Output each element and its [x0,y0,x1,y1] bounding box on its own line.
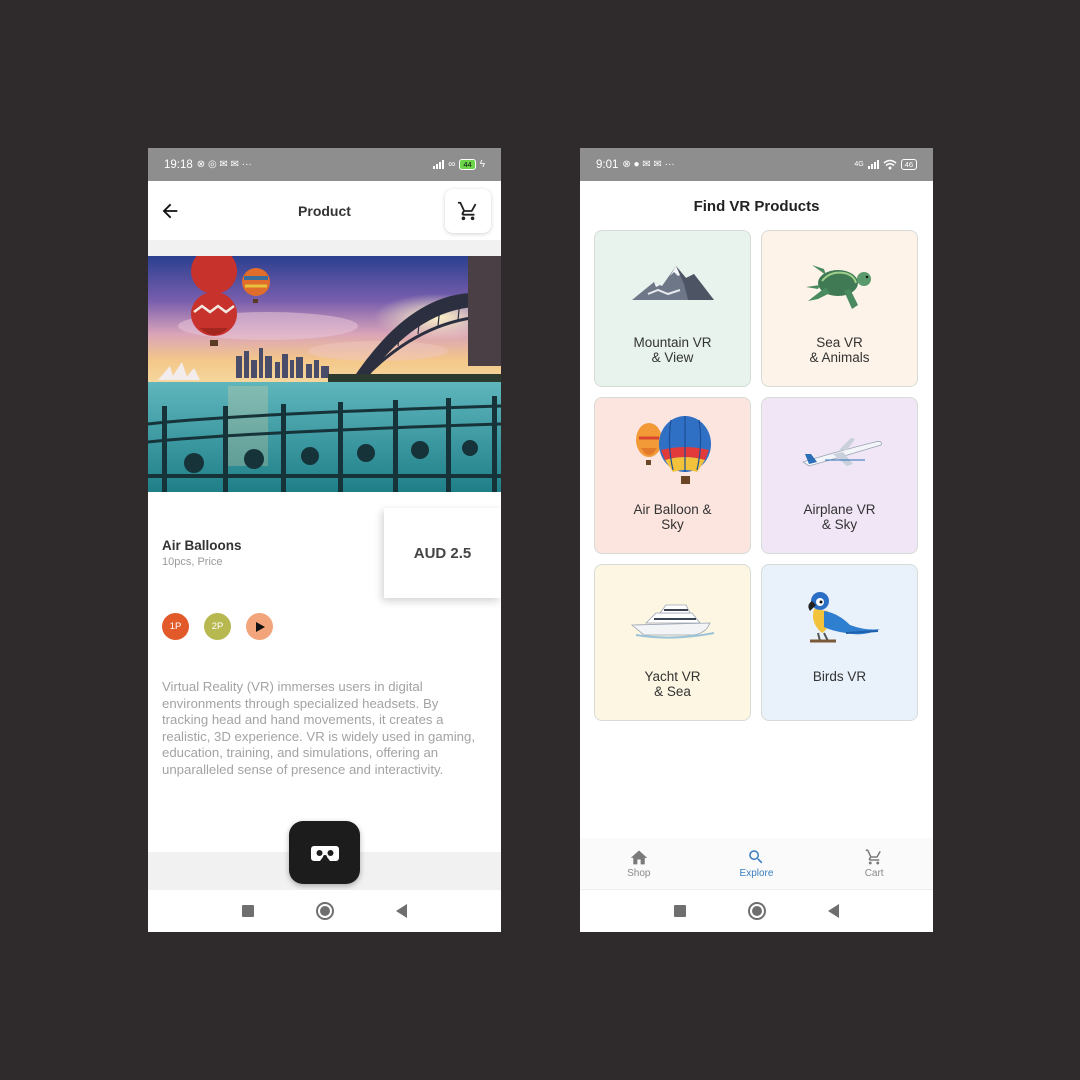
arrow-left-icon [162,203,178,218]
category-card-birds[interactable]: Birds VR [761,564,918,721]
category-card-sea[interactable]: Sea VR & Animals [761,230,918,387]
signal-icon [867,160,879,169]
mountain-icon [631,266,714,300]
category-label: Mountain VR & View [633,335,712,365]
category-label: Sea VR & Animals [809,335,870,365]
notification-icons: ⊗ ◎ ✉ ✉ ··· [196,158,252,170]
category-label: Airplane VR & Sky [803,502,876,532]
cart-icon [865,849,881,865]
notification-icons: ⊗ ● ✉ ✉ ··· [622,158,675,170]
hot-air-balloon-icon [635,416,711,484]
sea-turtle-icon [805,265,871,309]
system-navigation [148,890,501,932]
app-bar: Product [148,181,501,240]
category-grid: Mountain VR & View Sea VR & Animals Air … [594,230,918,721]
category-label: Yacht VR & Sea [644,669,701,699]
product-description: Virtual Reality (VR) immerses users in d… [162,679,475,777]
price-card: AUD 2.5 [384,508,501,598]
category-label: Birds VR [812,669,867,684]
signal-icon [433,160,445,169]
status-time: 19:18 [164,158,193,171]
product-price: AUD 2.5 [413,544,472,562]
chip-2p[interactable]: 2P [204,613,231,640]
nav-cart[interactable]: Cart [834,848,914,879]
play-icon [255,621,265,632]
product-subtitle: 10pcs, Price [162,556,223,568]
system-navigation [580,890,933,932]
explore-screen: 9:01 ⊗ ● ✉ ✉ ··· 4G 46 Find VR Products … [580,148,933,932]
nav-cart-label: Cart [864,868,884,879]
system-back-button[interactable] [828,904,839,918]
divider-strip [148,240,501,256]
battery-icon: 46 [900,159,917,170]
nav-explore[interactable]: Explore [716,848,796,879]
status-bar: 19:18 ⊗ ◎ ✉ ✉ ··· ∞ 44 ϟ [148,148,501,181]
airplane-icon [801,438,882,467]
status-bar: 9:01 ⊗ ● ✉ ✉ ··· 4G 46 [580,148,933,181]
back-button[interactable] [158,199,182,223]
nav-shop-label: Shop [627,868,651,879]
category-card-mountain[interactable]: Mountain VR & View [594,230,751,387]
chip-1p[interactable]: 1P [162,613,189,640]
product-name: Air Balloons [162,538,242,553]
yacht-icon [630,604,714,639]
battery-icon: 44 [459,159,476,170]
option-chips: 1P 2P [162,613,273,640]
category-card-airplane[interactable]: Airplane VR & Sky [761,397,918,554]
nav-shop[interactable]: Shop [599,848,679,879]
nav-explore-label: Explore [739,868,774,879]
status-time: 9:01 [596,158,619,171]
product-screen: 19:18 ⊗ ◎ ✉ ✉ ··· ∞ 44 ϟ Product Air Bal… [148,148,501,932]
play-button[interactable] [246,613,273,640]
link-icon: ∞ [448,158,456,170]
vr-headset-icon [310,845,339,861]
page-title: Find VR Products [693,197,820,215]
cart-icon [457,201,477,220]
network-type: 4G [854,161,864,168]
charging-icon: ϟ [479,158,485,170]
vr-view-button[interactable] [289,821,360,884]
cart-button[interactable] [445,188,491,233]
home-button[interactable] [748,902,766,920]
wifi-icon [883,159,897,170]
home-button[interactable] [316,902,334,920]
parrot-icon [807,592,880,643]
category-card-yacht[interactable]: Yacht VR & Sea [594,564,751,721]
bottom-navigation: Shop Explore Cart [580,838,933,890]
category-card-air-balloon[interactable]: Air Balloon & Sky [594,397,751,554]
system-back-button[interactable] [396,904,407,918]
home-icon [630,850,648,865]
search-icon [749,850,763,864]
recents-button[interactable] [674,905,686,917]
category-label: Air Balloon & Sky [633,502,712,532]
product-hero-image [148,256,501,492]
recents-button[interactable] [242,905,254,917]
